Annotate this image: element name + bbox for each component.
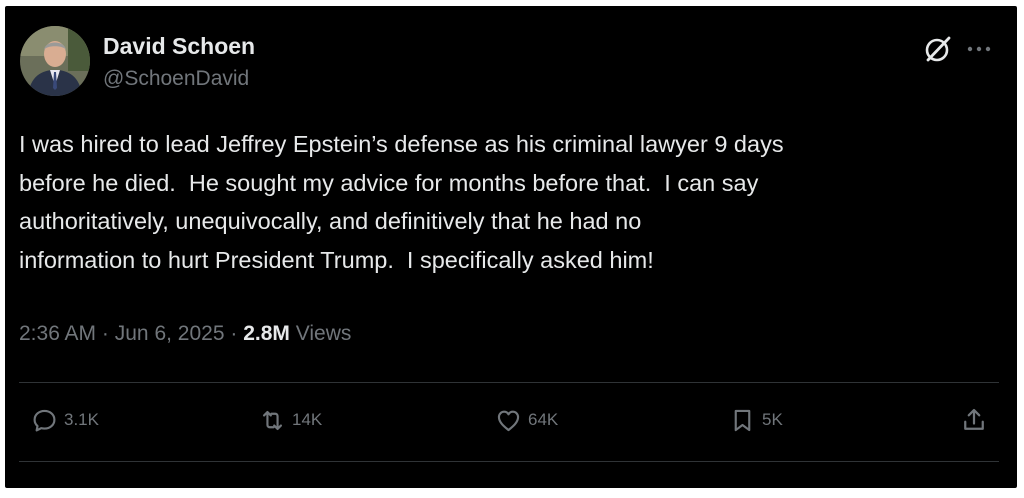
divider [19,382,999,383]
post-date[interactable]: Jun 6, 2025 [115,322,225,345]
avatar[interactable] [20,26,90,96]
author-name[interactable]: David Schoen [103,32,255,60]
grok-icon[interactable] [923,34,953,64]
post-meta: 2:36 AM · Jun 6, 2025 · 2.8M Views [19,319,351,349]
share-icon[interactable] [960,406,988,434]
views-count: 2.8M [243,322,290,345]
bookmark-icon [734,409,751,431]
like-count: 64K [528,410,559,429]
tweet-card: David Schoen @SchoenDavid I was hired to… [5,6,1017,488]
bookmark-count: 5K [762,410,783,429]
repost-button[interactable]: 14K [259,404,322,436]
reply-button[interactable]: 3.1K [31,404,99,436]
reply-count: 3.1K [64,410,99,429]
meta-separator: · [230,322,238,345]
repost-count: 14K [292,410,323,429]
more-icon[interactable] [965,34,993,64]
views-label: Views [295,322,352,345]
post-time[interactable]: 2:36 AM [19,322,96,345]
bookmark-button[interactable]: 5K [729,404,783,436]
repost-icon [262,410,283,430]
heart-icon [497,410,520,431]
divider [19,461,999,462]
like-button[interactable]: 64K [495,404,558,436]
author-handle[interactable]: @SchoenDavid [103,66,249,92]
meta-separator: · [101,322,109,345]
reply-icon [33,409,56,431]
post-text: I was hired to lead Jeffrey Epstein’s de… [19,131,784,273]
